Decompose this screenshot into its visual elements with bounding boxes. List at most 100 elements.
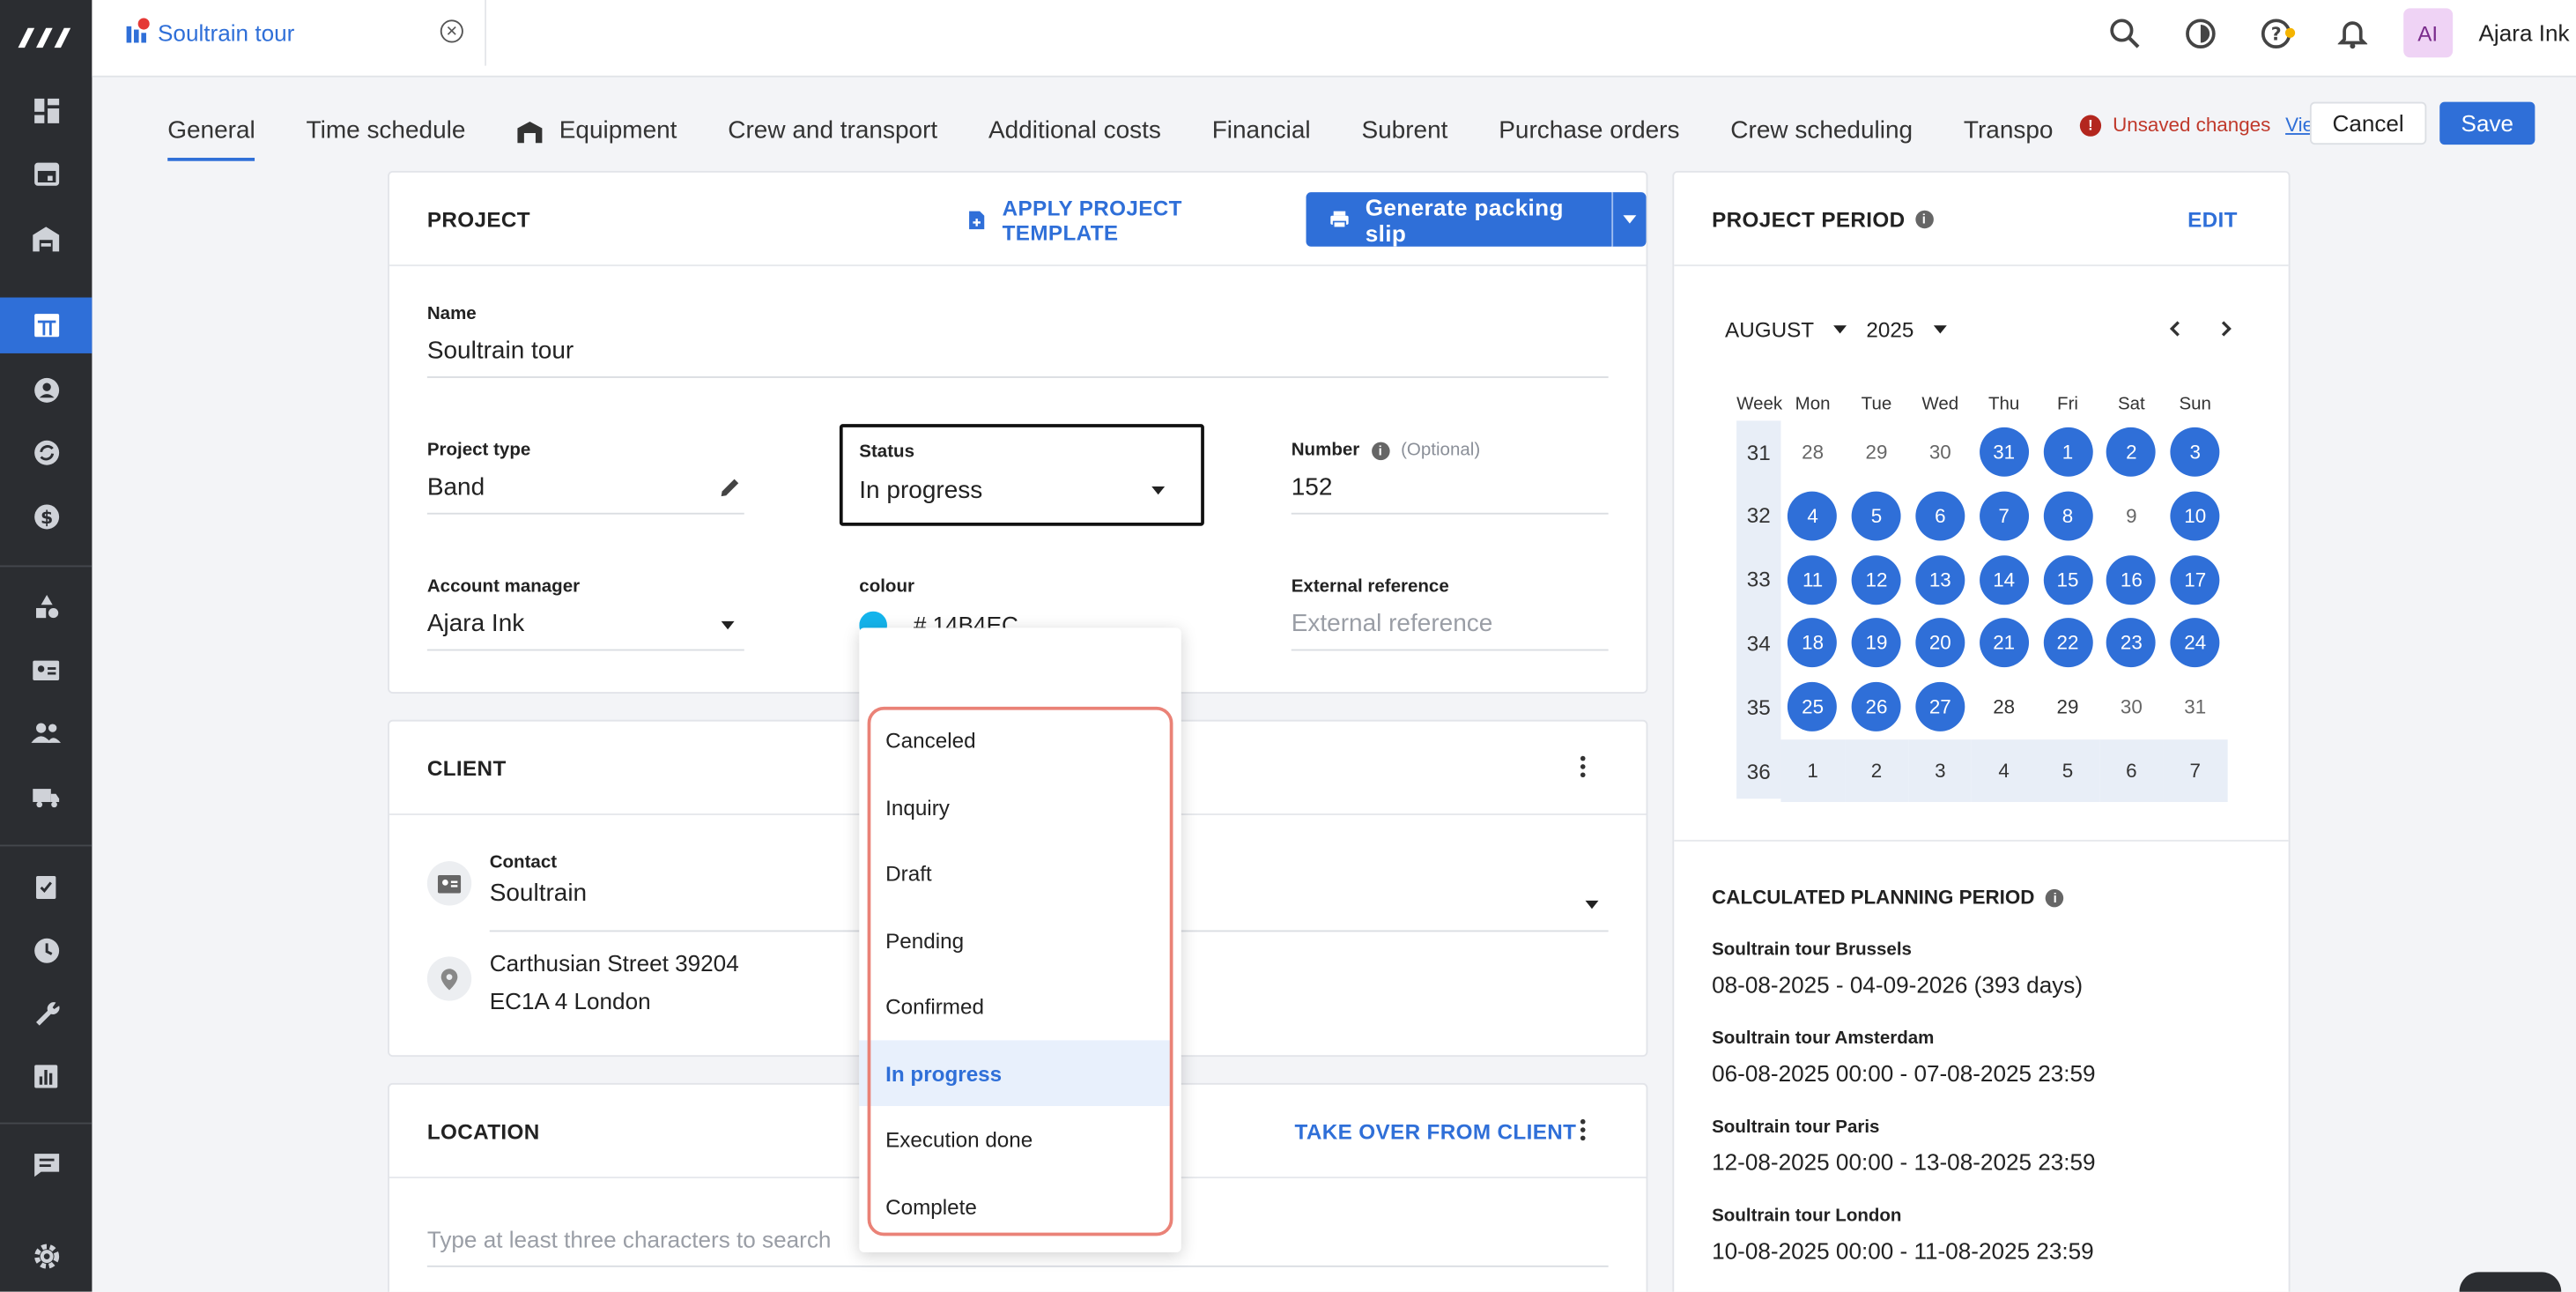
calendar-day[interactable]: 28	[1972, 676, 2035, 739]
clipboard-check-icon[interactable]	[0, 858, 92, 913]
calendar-day[interactable]: 10	[2164, 485, 2227, 547]
year-select[interactable]: 2025	[1866, 317, 1947, 342]
project-type-value[interactable]: Band	[426, 473, 744, 515]
calendar-day[interactable]: 26	[1845, 676, 1908, 739]
calendar-day[interactable]: 2	[1844, 739, 1909, 803]
cancel-button[interactable]: Cancel	[2309, 101, 2427, 145]
calendar-day[interactable]: 30	[2099, 676, 2163, 739]
chat-widget-button[interactable]	[2459, 1272, 2562, 1292]
calendar-day[interactable]: 21	[1972, 612, 2035, 674]
account-manager-select[interactable]: Ajara Ink	[426, 610, 744, 651]
tab-equipment[interactable]: Equipment	[516, 102, 677, 161]
avatar[interactable]: AI	[2402, 8, 2453, 58]
calendar-day[interactable]: 31	[1972, 420, 2035, 483]
truck-icon[interactable]	[0, 769, 92, 825]
edit-period-button[interactable]: EDIT	[2187, 207, 2238, 232]
tab-time-schedule[interactable]: Time schedule	[307, 102, 466, 161]
status-select[interactable]: In progress	[859, 477, 1184, 504]
calendar-day[interactable]: 17	[2164, 548, 2227, 611]
tab-purchase-orders[interactable]: Purchase orders	[1499, 102, 1679, 161]
external-reference-field[interactable]: External reference External reference	[1291, 577, 1609, 651]
external-reference-input[interactable]: External reference	[1291, 610, 1609, 651]
user-name[interactable]: Ajara Ink	[2479, 19, 2570, 46]
take-over-from-client-button[interactable]: TAKE OVER FROM CLIENT	[1294, 1119, 1576, 1144]
apply-template-button[interactable]: APPLY PROJECT TEMPLATE	[967, 195, 1280, 244]
info-icon[interactable]: i	[1371, 441, 1389, 460]
info-icon[interactable]: i	[2046, 887, 2065, 907]
calendar-day[interactable]: 3	[1908, 739, 1973, 803]
calendar-icon[interactable]	[0, 145, 92, 200]
calendar-day[interactable]: 12	[1845, 548, 1908, 611]
more-vertical-icon[interactable]	[1580, 1118, 1587, 1141]
calendar-day[interactable]: 23	[2099, 612, 2163, 674]
calendar-day[interactable]: 18	[1780, 612, 1844, 674]
generate-packing-slip-button[interactable]: Generate packing slip	[1307, 192, 1612, 247]
people-icon[interactable]	[0, 705, 92, 761]
id-card-icon[interactable]	[0, 642, 92, 698]
calendar-day[interactable]: 1	[2036, 420, 2099, 483]
settings-icon[interactable]	[0, 1228, 92, 1283]
tab-subrent[interactable]: Subrent	[1361, 102, 1447, 161]
calendar-day[interactable]: 6	[2099, 739, 2164, 803]
help-icon[interactable]: ?	[2239, 18, 2314, 48]
theme-icon[interactable]	[2163, 18, 2239, 48]
chevron-left-icon[interactable]	[2165, 319, 2185, 338]
account-manager-field[interactable]: Account manager Ajara Ink	[426, 577, 744, 651]
bell-icon[interactable]	[2314, 18, 2390, 48]
tab-financial[interactable]: Financial	[1212, 102, 1311, 161]
document-tab[interactable]: Soultrain tour ✕	[92, 0, 486, 66]
calendar-day[interactable]: 30	[1908, 420, 1972, 483]
calendar-day[interactable]: 22	[2036, 612, 2099, 674]
calendar-day[interactable]: 25	[1780, 676, 1844, 739]
app-logo[interactable]	[0, 0, 92, 76]
search-icon[interactable]	[2088, 18, 2164, 48]
projects-icon[interactable]	[0, 297, 93, 353]
tab-crew-transport[interactable]: Crew and transport	[728, 102, 937, 161]
calendar-day[interactable]: 31	[2164, 676, 2227, 739]
info-icon[interactable]: i	[1914, 209, 1934, 228]
calendar-day[interactable]: 27	[1908, 676, 1972, 739]
calendar-day[interactable]: 20	[1908, 612, 1972, 674]
contact-icon[interactable]	[0, 361, 92, 417]
pencil-icon[interactable]	[720, 477, 741, 498]
calendar-day[interactable]: 4	[1780, 485, 1844, 547]
chevron-down-icon[interactable]	[1585, 900, 1599, 910]
sync-icon[interactable]	[0, 424, 92, 479]
tab-general[interactable]: General	[167, 102, 256, 161]
calendar-day[interactable]: 5	[2035, 739, 2100, 803]
chevron-right-icon[interactable]	[2217, 319, 2236, 338]
calendar-day[interactable]: 4	[1972, 739, 2036, 803]
report-icon[interactable]	[0, 1049, 92, 1104]
calendar-day[interactable]: 3	[2164, 420, 2227, 483]
calendar-day[interactable]: 1	[1780, 739, 1845, 803]
dashboard-icon[interactable]	[0, 82, 92, 137]
name-input[interactable]: Soultrain tour	[426, 337, 1609, 378]
calendar-day[interactable]: 29	[1845, 420, 1908, 483]
tab-crew-scheduling[interactable]: Crew scheduling	[1730, 102, 1913, 161]
number-field[interactable]: Number i (Optional) 152	[1291, 441, 1609, 515]
calendar-day[interactable]: 28	[1780, 420, 1844, 483]
calendar-day[interactable]: 7	[2163, 739, 2227, 803]
calendar-day[interactable]: 24	[2164, 612, 2227, 674]
contact-field[interactable]: Contact Soultrain	[490, 853, 587, 908]
calendar-day[interactable]: 5	[1845, 485, 1908, 547]
save-button[interactable]: Save	[2439, 101, 2535, 145]
calendar-day[interactable]: 11	[1780, 548, 1844, 611]
calendar-day[interactable]: 13	[1908, 548, 1972, 611]
calendar-day[interactable]: 9	[2099, 485, 2163, 547]
month-select[interactable]: AUGUST	[1725, 317, 1847, 342]
calendar-day[interactable]: 19	[1845, 612, 1908, 674]
calendar-day[interactable]: 8	[2036, 485, 2099, 547]
calendar-day[interactable]: 7	[1972, 485, 2035, 547]
number-input[interactable]: 152	[1291, 473, 1609, 515]
tab-additional-costs[interactable]: Additional costs	[988, 102, 1161, 161]
finance-icon[interactable]: $	[0, 488, 92, 544]
messages-icon[interactable]	[0, 1137, 92, 1192]
shapes-icon[interactable]	[0, 578, 92, 634]
project-type-field[interactable]: Project type Band	[426, 441, 744, 515]
calendar-day[interactable]: 16	[2099, 548, 2163, 611]
packing-slip-dropdown-button[interactable]	[1611, 192, 1647, 247]
calendar-day[interactable]: 6	[1908, 485, 1972, 547]
close-tab-icon[interactable]: ✕	[440, 19, 463, 43]
status-field[interactable]: Status In progress	[839, 424, 1204, 526]
